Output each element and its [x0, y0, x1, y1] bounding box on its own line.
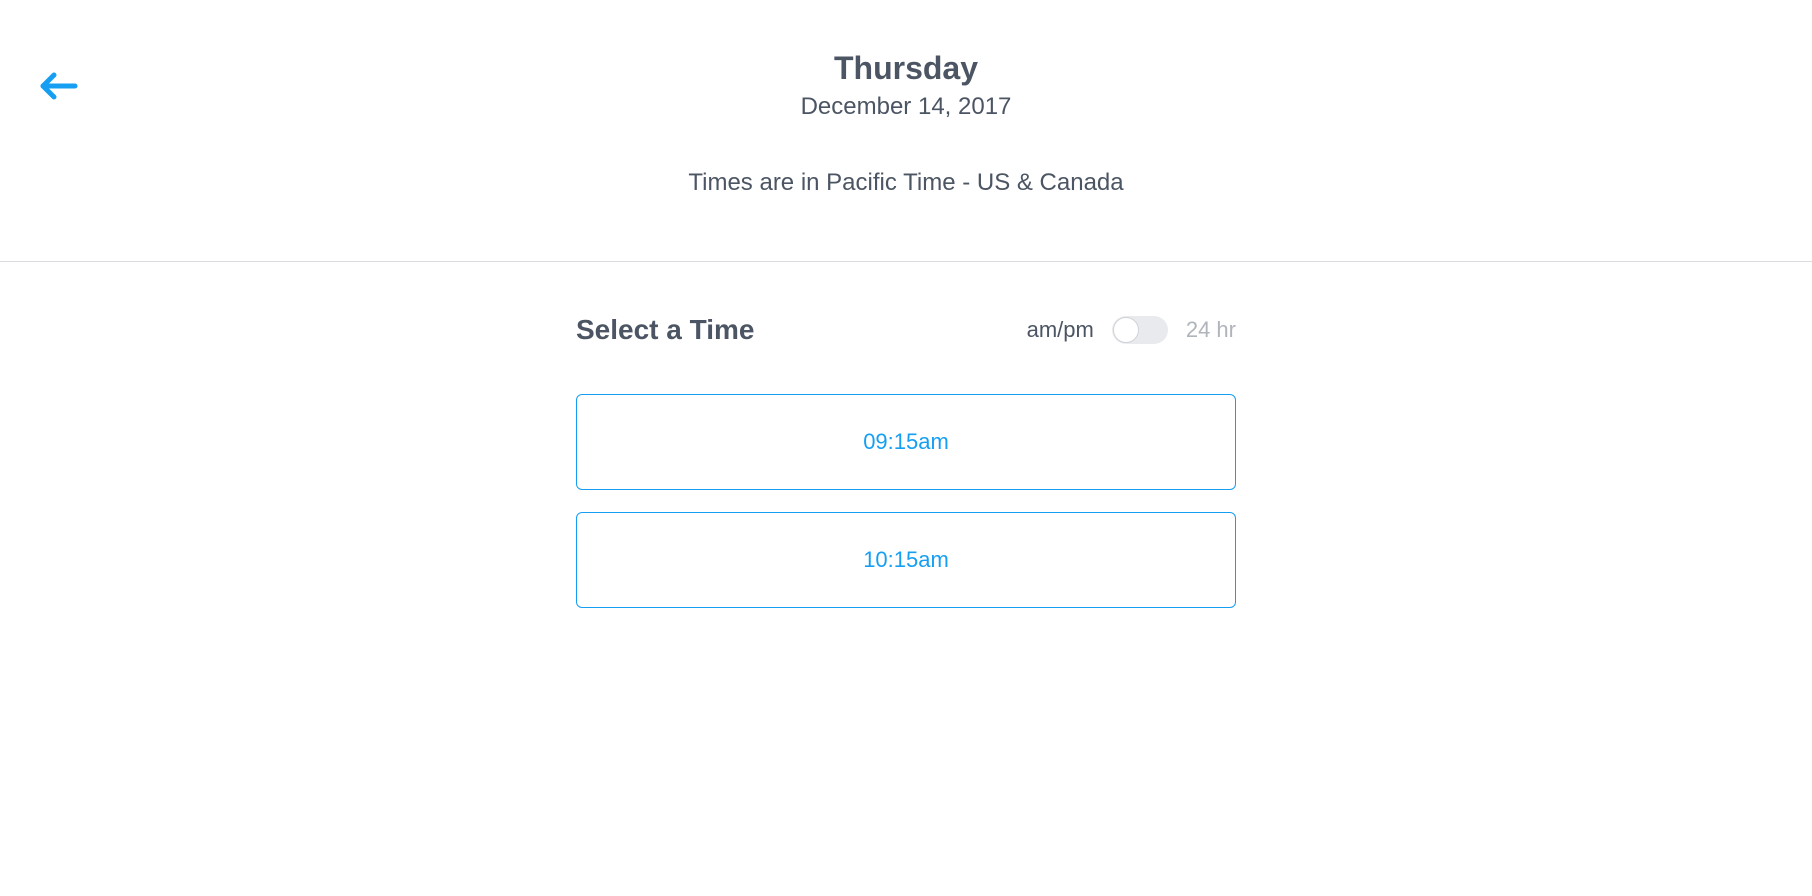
timezone-text: Times are in Pacific Time - US & Canada [0, 169, 1812, 197]
toggle-knob [1113, 317, 1139, 343]
back-button[interactable] [36, 70, 80, 106]
toggle-label-ampm[interactable]: am/pm [1027, 317, 1094, 343]
day-name: Thursday [0, 50, 1812, 87]
header: Thursday December 14, 2017 [0, 0, 1812, 121]
time-format-toggle-group: am/pm 24 hr [1027, 316, 1236, 344]
time-slot[interactable]: 10:15am [576, 512, 1236, 608]
time-slot[interactable]: 09:15am [576, 394, 1236, 490]
time-format-toggle[interactable] [1112, 316, 1168, 344]
content: Select a Time am/pm 24 hr 09:15am 10:15a… [576, 262, 1236, 608]
select-row: Select a Time am/pm 24 hr [576, 314, 1236, 346]
date: December 14, 2017 [0, 93, 1812, 121]
toggle-label-24hr[interactable]: 24 hr [1186, 317, 1236, 343]
arrow-left-icon [38, 70, 78, 107]
select-time-title: Select a Time [576, 314, 754, 346]
